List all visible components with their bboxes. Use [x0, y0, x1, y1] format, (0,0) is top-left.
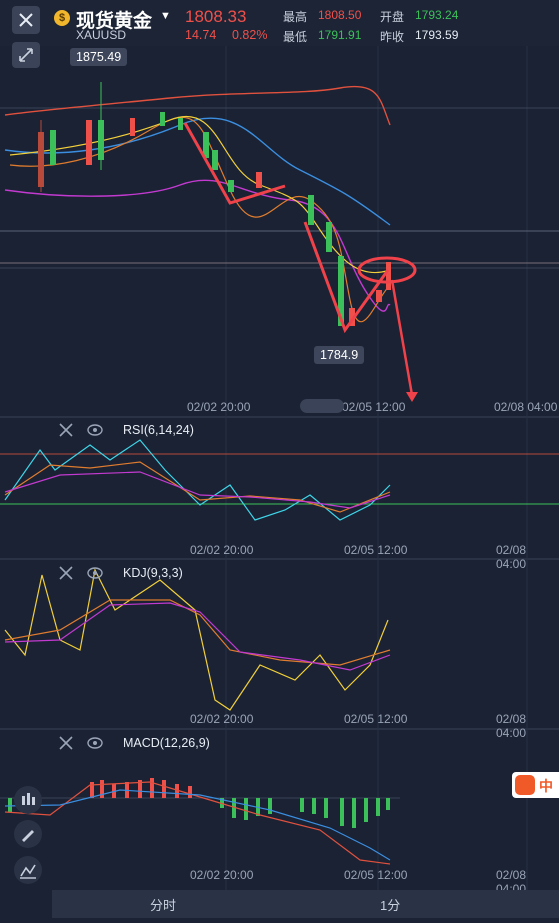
close-rsi-button[interactable]	[58, 422, 74, 438]
macd-label: MACD(12,26,9)	[123, 736, 210, 750]
close-icon	[59, 423, 73, 437]
main-x-label-3: 02/08 04:00	[494, 400, 558, 414]
macd-x-label-2: 02/05 12:00	[344, 868, 408, 882]
chart-canvas[interactable]	[0, 0, 559, 923]
close-icon	[59, 736, 73, 750]
main-x-label-1: 02/02 20:00	[187, 400, 251, 414]
close-kdj-button[interactable]	[58, 565, 74, 581]
logo-text: 中	[539, 778, 553, 794]
scroll-indicator[interactable]	[300, 399, 344, 413]
macd-visibility-button[interactable]	[86, 735, 104, 751]
rsi-label: RSI(6,14,24)	[123, 423, 194, 437]
chart-tool-icon	[20, 864, 36, 879]
kdj-visibility-button[interactable]	[86, 565, 104, 581]
candle-icon	[22, 793, 35, 805]
timeframe-bar	[52, 890, 559, 918]
close-macd-button[interactable]	[58, 735, 74, 751]
candle-tool-button[interactable]	[14, 786, 42, 814]
chart-tool-button[interactable]	[14, 856, 42, 884]
sogou-icon	[515, 775, 535, 795]
ime-logo: 中	[512, 772, 559, 798]
close-icon	[59, 566, 73, 580]
eye-icon	[87, 737, 103, 749]
kdj-x-label-2: 02/05 12:00	[344, 712, 408, 726]
macd-x-label-1: 02/02 20:00	[190, 868, 254, 882]
kdj-x-label-1: 02/02 20:00	[190, 712, 254, 726]
kdj-label: KDJ(9,3,3)	[123, 566, 183, 580]
kdj-x-label-3: 02/08 04:00	[496, 712, 527, 740]
main-x-label-2: 02/05 12:00	[342, 400, 406, 414]
high-price-tag: 1875.49	[70, 48, 128, 66]
rsi-x-label-3: 02/08 04:00	[496, 543, 527, 571]
low-price-tag: 1784.9	[314, 346, 365, 364]
tab-timeshare[interactable]: 分时	[150, 895, 176, 914]
rsi-x-label-1: 02/02 20:00	[190, 543, 254, 557]
draw-tool-button[interactable]	[14, 820, 42, 848]
rsi-x-label-2: 02/05 12:00	[344, 543, 408, 557]
tab-1min[interactable]: 1分	[380, 895, 400, 914]
pencil-icon	[22, 830, 34, 842]
rsi-visibility-button[interactable]	[86, 422, 104, 438]
eye-icon	[87, 424, 103, 436]
eye-icon	[87, 567, 103, 579]
